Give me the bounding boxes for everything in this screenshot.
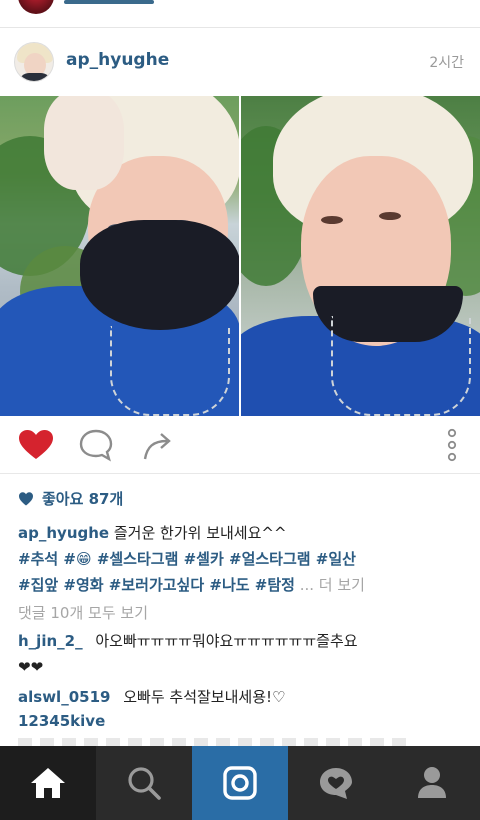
home-icon: [31, 768, 65, 798]
activity-heart-icon: [320, 768, 352, 799]
caption-hashtags-line1[interactable]: #추석 #😁 #셀스타그램 #셀카 #얼스타그램 #일산: [18, 546, 464, 572]
comment-item: alswl_0519 오빠두 추석잘보내세용!♡: [18, 686, 285, 707]
profile-icon: [418, 767, 446, 798]
speech-bubble-icon: [79, 429, 113, 462]
search-icon: [128, 767, 161, 800]
vertical-dots-icon: [447, 428, 457, 462]
caption-username[interactable]: ap_hyughe: [18, 524, 109, 542]
post-caption: ap_hyughe 즐거운 한가위 보내세요^^ #추석 #😁 #셀스타그램 #…: [18, 520, 464, 598]
like-count[interactable]: 좋아요 87개: [18, 488, 123, 509]
share-button[interactable]: [138, 428, 178, 462]
photo-panel-right: [241, 96, 480, 416]
previous-post-username[interactable]: [64, 0, 154, 4]
post-photo[interactable]: [0, 96, 480, 416]
post-actions-bar: [0, 416, 480, 474]
comment-username[interactable]: h_jin_2_: [18, 632, 83, 650]
caption-hashtags-line2[interactable]: #집앞 #영화 #보러가고싶다 #나도 #탐정: [18, 576, 295, 594]
tab-activity[interactable]: [288, 746, 384, 820]
tab-profile[interactable]: [384, 746, 480, 820]
comment-item: h_jin_2_ 아오빠ㅠㅠㅠㅠ뭐야요ㅠㅠㅠㅠㅠㅠ즐추요: [18, 630, 358, 651]
more-options-button[interactable]: [432, 428, 472, 462]
post-timestamp: 2시간: [429, 55, 464, 71]
comment-username[interactable]: 12345kive: [18, 712, 105, 730]
like-button[interactable]: [16, 428, 56, 462]
tab-camera[interactable]: [192, 746, 288, 820]
comment-text: 오빠두 추석잘보내세용!♡: [123, 688, 286, 706]
heart-filled-icon: [19, 430, 53, 459]
camera-icon: [223, 766, 257, 800]
previous-post-edge: [0, 0, 480, 28]
previous-post-avatar[interactable]: [18, 0, 54, 14]
heart-small-icon: [19, 491, 33, 505]
comment-text: 아오빠ㅠㅠㅠㅠ뭐야요ㅠㅠㅠㅠㅠㅠ즐추요: [95, 632, 358, 650]
share-arrow-icon: [143, 433, 171, 460]
like-count-label: 좋아요 87개: [42, 490, 124, 508]
comment-text-extra: ❤❤: [18, 658, 44, 676]
caption-text: 즐거운 한가위 보내세요^^: [113, 524, 287, 542]
post-username[interactable]: ap_hyughe: [66, 50, 169, 70]
view-all-comments-link[interactable]: 댓글 10개 모두 보기: [18, 602, 148, 623]
comment-item-continued: ❤❤: [18, 658, 43, 676]
caption-more-link[interactable]: ... 더 보기: [300, 576, 365, 594]
tab-search[interactable]: [96, 746, 192, 820]
tab-home[interactable]: [0, 746, 96, 820]
avatar[interactable]: [14, 42, 54, 82]
comment-item: 12345kive: [18, 712, 113, 730]
bottom-tab-bar: [0, 746, 480, 820]
photo-panel-left: [0, 96, 239, 416]
post-header: ap_hyughe 2시간: [0, 28, 480, 96]
comment-username[interactable]: alswl_0519: [18, 688, 110, 706]
comment-button[interactable]: [76, 428, 116, 462]
